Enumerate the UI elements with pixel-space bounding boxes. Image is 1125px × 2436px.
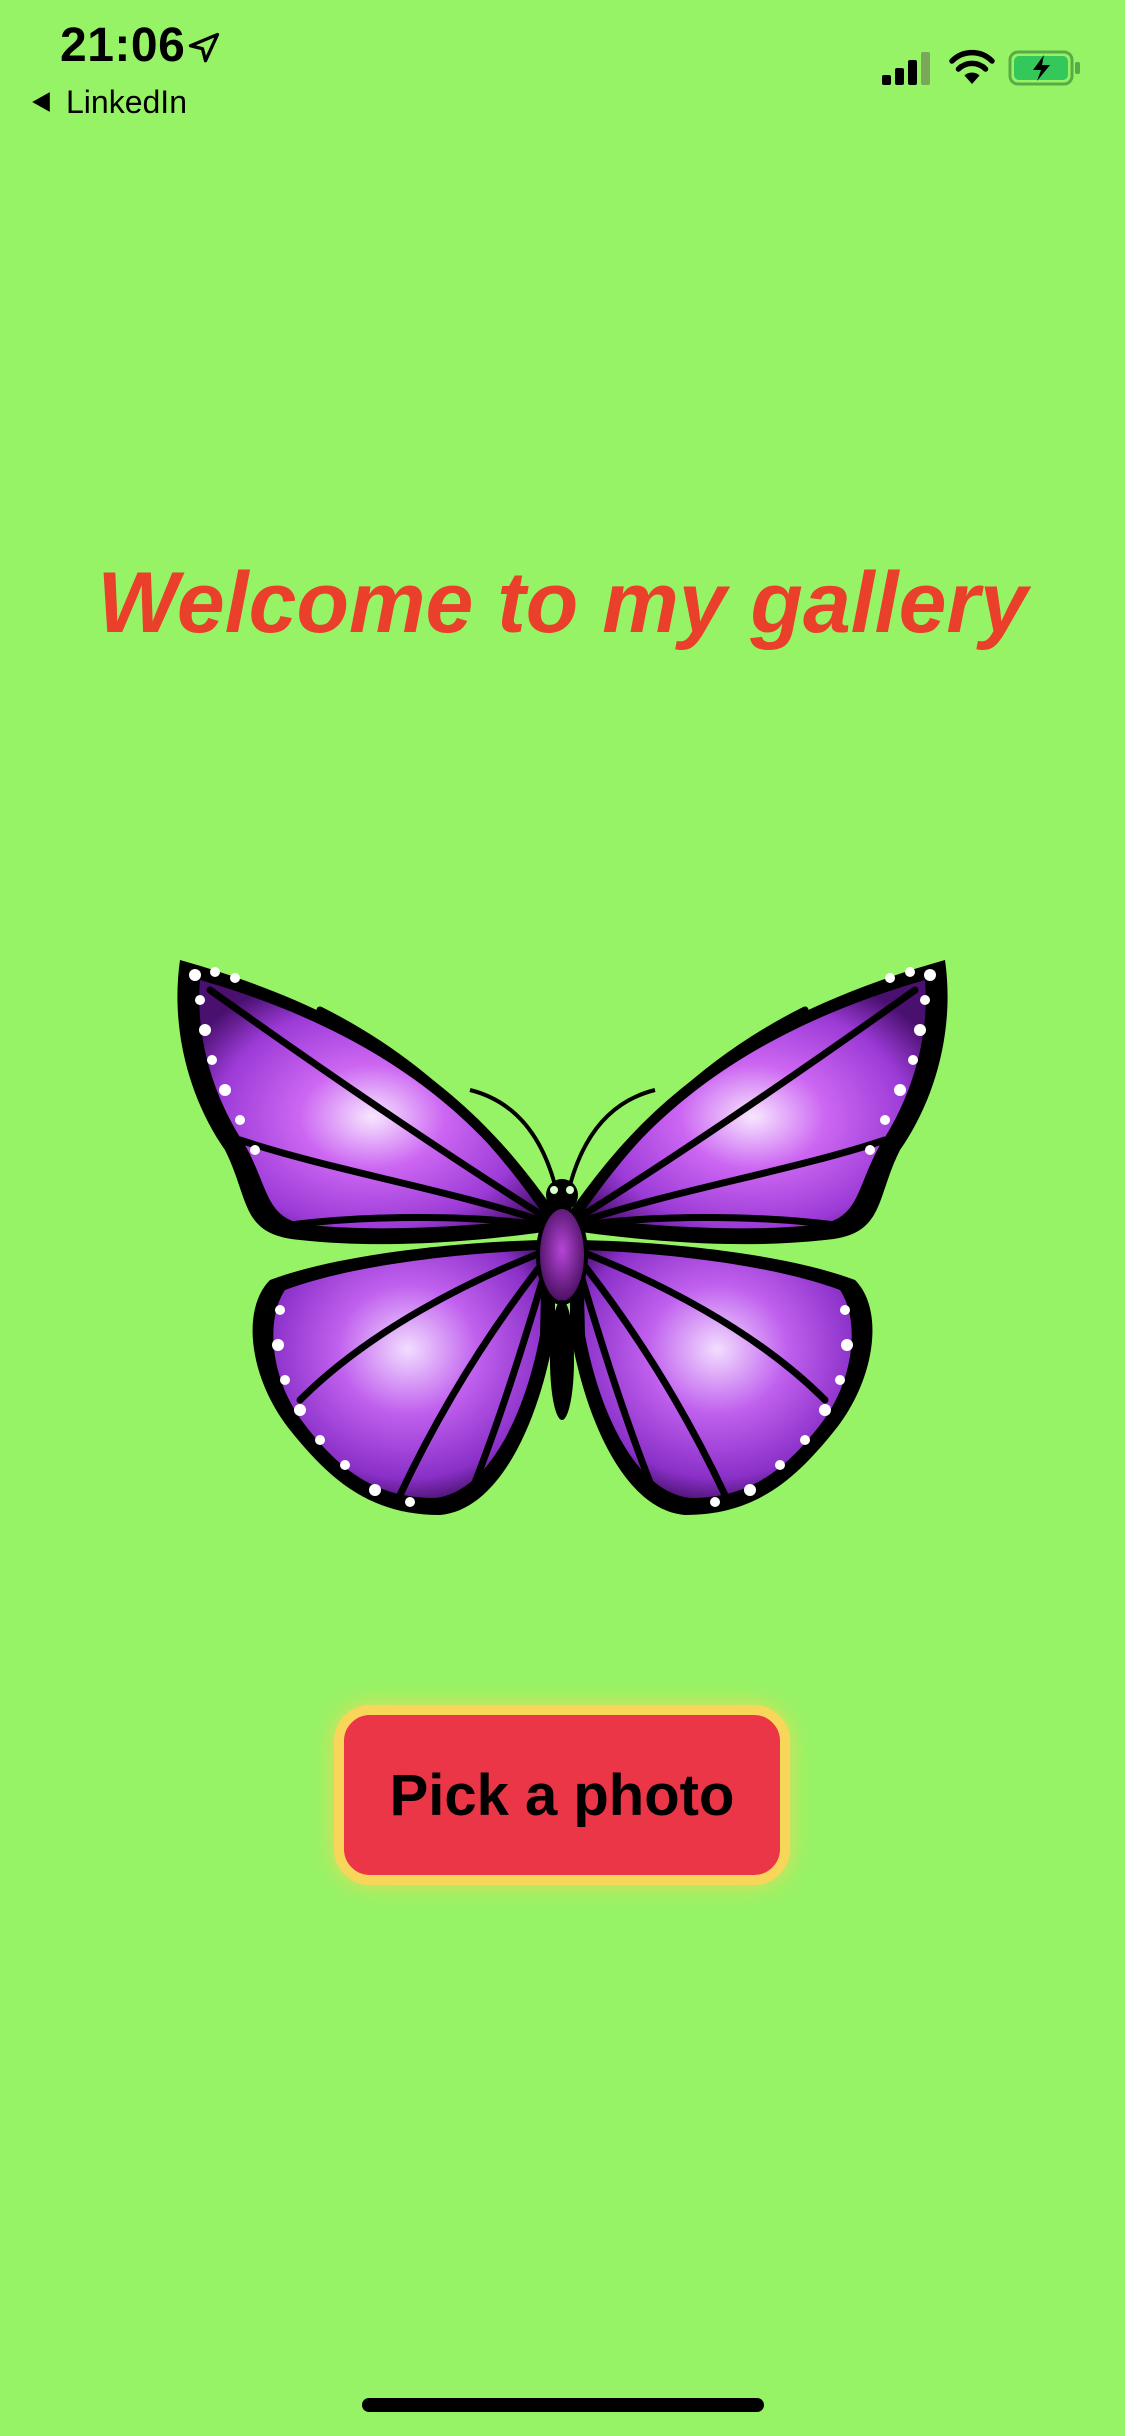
back-to-app-link[interactable]: LinkedIn [30,82,187,122]
wifi-icon [949,49,995,84]
back-triangle-icon [32,92,50,112]
battery-charging-icon [1008,50,1080,86]
cellular-signal-icon [882,52,930,85]
home-indicator[interactable] [362,2398,764,2412]
location-arrow-icon [188,32,220,63]
status-time: 21:06 [60,19,186,72]
status-bar: 21:06 LinkedIn [0,0,1125,130]
welcome-title: Welcome to my gallery [97,555,1028,651]
butterfly-image [177,960,948,1515]
back-app-label: LinkedIn [66,83,187,120]
pick-photo-button[interactable]: Pick a photo [334,1705,790,1885]
